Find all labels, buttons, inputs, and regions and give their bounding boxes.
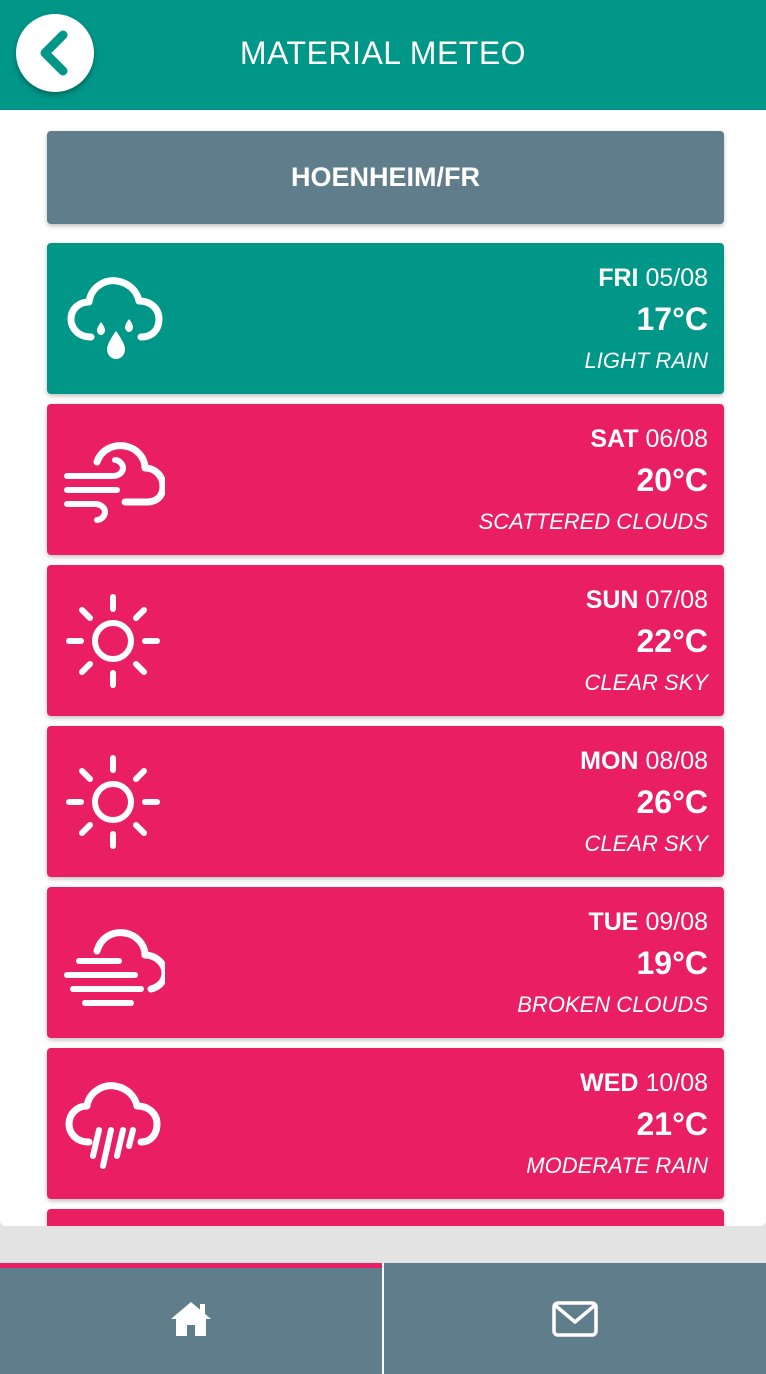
back-button[interactable] xyxy=(16,14,94,92)
chevron-left-icon xyxy=(40,30,68,76)
forecast-temperature: 21°C xyxy=(636,1106,709,1142)
forecast-day-name: SUN xyxy=(585,586,639,614)
app-header: MATERIAL METEO xyxy=(0,0,766,110)
forecast-info: WED 10/08 21°C MODERATE RAIN xyxy=(526,1066,708,1182)
sun-icon xyxy=(66,755,160,849)
forecast-date: 09/08 xyxy=(645,908,708,936)
tab-mail[interactable] xyxy=(384,1263,766,1374)
forecast-info: TUE 09/08 19°C BROKEN CLOUDS xyxy=(517,905,708,1021)
sun-icon xyxy=(66,594,160,688)
forecast-description: MODERATE RAIN xyxy=(526,1153,708,1178)
forecast-day-name: MON xyxy=(580,747,639,775)
forecast-date: 07/08 xyxy=(645,586,708,614)
forecast-info: FRI 05/08 17°C LIGHT RAIN xyxy=(585,261,708,377)
forecast-description: BROKEN CLOUDS xyxy=(517,992,708,1017)
page-title: MATERIAL METEO xyxy=(239,35,527,71)
forecast-day-name: WED xyxy=(580,1069,639,1097)
forecast-day-name: TUE xyxy=(588,908,639,936)
mail-icon xyxy=(552,1300,598,1337)
forecast-day-card[interactable]: SUN 07/08 22°C CLEAR SKY xyxy=(47,565,724,716)
forecast-panel: HOENHEIM/FR FRI 05/08 17°C LIGHT RAIN SA… xyxy=(0,110,766,1226)
forecast-date-line: SUN 07/08 xyxy=(585,583,708,617)
forecast-day-name: FRI xyxy=(598,264,639,292)
forecast-description: CLEAR SKY xyxy=(584,670,709,695)
forecast-day-card[interactable]: SAT 06/08 20°C SCATTERED CLOUDS xyxy=(47,404,724,555)
forecast-date: 10/08 xyxy=(645,1069,708,1097)
forecast-day-card-partial[interactable] xyxy=(47,1209,724,1226)
forecast-description: CLEAR SKY xyxy=(584,831,709,856)
forecast-date-line: TUE 09/08 xyxy=(517,905,708,939)
forecast-day-card[interactable]: MON 08/08 26°C CLEAR SKY xyxy=(47,726,724,877)
forecast-temperature: 19°C xyxy=(636,945,709,981)
bottom-tab-bar xyxy=(0,1263,766,1374)
forecast-date: 08/08 xyxy=(645,747,708,775)
cloud-fog-icon xyxy=(64,929,165,1006)
forecast-description: LIGHT RAIN xyxy=(584,348,708,373)
cloud-drizzle-icon xyxy=(67,277,163,359)
forecast-date-line: MON 08/08 xyxy=(580,744,708,778)
forecast-temperature: 26°C xyxy=(636,784,709,820)
home-icon xyxy=(171,1301,211,1336)
forecast-temperature: 22°C xyxy=(636,623,709,659)
app: MATERIAL METEO HOENHEIM/FR FRI 05/08 17°… xyxy=(0,0,766,1374)
forecast-temperature: 17°C xyxy=(636,301,709,337)
forecast-date-line: WED 10/08 xyxy=(526,1066,708,1100)
forecast-info: SUN 07/08 22°C CLEAR SKY xyxy=(585,583,709,699)
forecast-day-card[interactable]: WED 10/08 21°C MODERATE RAIN xyxy=(47,1048,724,1199)
forecast-description: SCATTERED CLOUDS xyxy=(478,509,708,534)
forecast-date-line: SAT 06/08 xyxy=(479,422,708,456)
forecast-day-name: SAT xyxy=(590,425,639,453)
forecast-info: SAT 06/08 20°C SCATTERED CLOUDS xyxy=(479,422,708,538)
forecast-date: 06/08 xyxy=(645,425,708,453)
forecast-temperature: 20°C xyxy=(636,462,709,498)
forecast-day-card[interactable]: TUE 09/08 19°C BROKEN CLOUDS xyxy=(47,887,724,1038)
cloud-rain-icon xyxy=(65,1082,161,1169)
forecast-date: 05/08 xyxy=(645,264,708,292)
cloud-wind-icon xyxy=(64,442,165,523)
tab-home[interactable] xyxy=(0,1263,382,1374)
forecast-info: MON 08/08 26°C CLEAR SKY xyxy=(580,744,708,860)
forecast-day-card[interactable]: FRI 05/08 17°C LIGHT RAIN xyxy=(47,243,724,394)
forecast-date-line: FRI 05/08 xyxy=(585,261,708,295)
city-bar[interactable]: HOENHEIM/FR xyxy=(47,131,724,224)
